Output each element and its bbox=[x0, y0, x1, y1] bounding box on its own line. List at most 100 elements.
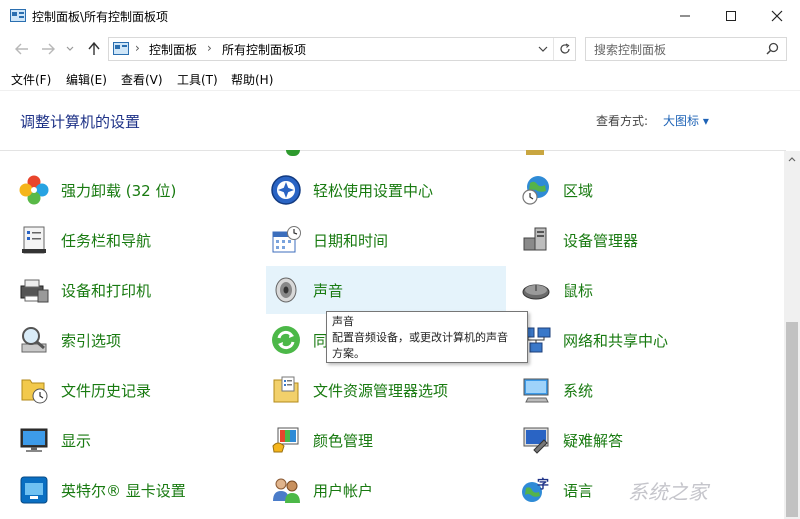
back-button[interactable] bbox=[12, 40, 32, 58]
menu-edit[interactable]: 编辑(E) bbox=[66, 71, 107, 88]
control-panel-icon bbox=[10, 9, 26, 22]
forward-arrow-icon bbox=[42, 43, 55, 55]
item-label: 轻松使用设置中心 bbox=[313, 181, 434, 200]
tooltip-description-line1: 配置音频设备，或更改计算机的声音 bbox=[332, 331, 508, 344]
item-label: 鼠标 bbox=[563, 281, 594, 300]
tooltip-description-line2: 方案。 bbox=[332, 347, 365, 360]
breadcrumb-separator: › bbox=[135, 41, 140, 55]
svg-text:字: 字 bbox=[537, 476, 549, 491]
control-panel-icon bbox=[113, 42, 129, 55]
item-mouse[interactable]: 鼠标 bbox=[516, 266, 756, 314]
item-devices-printers[interactable]: 设备和打印机 bbox=[14, 266, 254, 314]
taskbar-icon bbox=[22, 226, 46, 254]
breadcrumb-control-panel[interactable]: 控制面板 bbox=[149, 41, 197, 58]
sync-icon bbox=[272, 326, 300, 354]
item-intel-graphics[interactable]: 英特尔® 显卡设置 bbox=[14, 466, 254, 514]
item-device-manager[interactable]: 设备管理器 bbox=[516, 216, 756, 264]
view-by-dropdown[interactable]: 大图标 ▾ bbox=[663, 112, 709, 129]
view-by-label: 查看方式: bbox=[596, 114, 649, 128]
mouse-icon bbox=[522, 284, 550, 300]
item-label: 语言 bbox=[563, 481, 594, 500]
color-management-icon bbox=[272, 427, 299, 453]
item-label: 区域 bbox=[563, 181, 594, 200]
monitor-icon bbox=[20, 428, 48, 452]
refresh-button[interactable] bbox=[553, 38, 576, 60]
item-label: 设备和打印机 bbox=[61, 281, 152, 300]
watermark: 系统之家 bbox=[628, 480, 708, 504]
item-uninstaller[interactable]: 强力卸载 (32 位) bbox=[14, 166, 254, 214]
search-input[interactable]: 搜索控制面板 bbox=[585, 37, 787, 61]
device-manager-icon bbox=[523, 227, 547, 251]
refresh-icon bbox=[560, 43, 570, 54]
scroll-up-button[interactable] bbox=[786, 153, 798, 165]
menu-help[interactable]: 帮助(H) bbox=[231, 71, 273, 88]
magnifier-icon bbox=[21, 327, 47, 353]
item-ease-of-access[interactable]: 轻松使用设置中心 bbox=[266, 166, 506, 214]
search-icon[interactable] bbox=[766, 42, 779, 55]
chevron-down-icon bbox=[538, 46, 548, 52]
intel-graphics-icon bbox=[20, 476, 48, 504]
forward-button[interactable] bbox=[38, 40, 58, 58]
item-sound[interactable]: 声音 bbox=[266, 266, 506, 314]
window-title: 控制面板\所有控制面板项 bbox=[32, 10, 169, 24]
item-label: 文件历史记录 bbox=[61, 381, 152, 400]
menu-bar bbox=[0, 66, 800, 91]
back-arrow-icon bbox=[15, 43, 28, 55]
folder-options-icon bbox=[273, 376, 299, 403]
item-file-explorer-options[interactable]: 文件资源管理器选项 bbox=[266, 366, 506, 414]
speaker-icon bbox=[275, 277, 297, 303]
item-label: 显示 bbox=[61, 431, 92, 450]
menu-view[interactable]: 查看(V) bbox=[121, 71, 163, 88]
maximize-button[interactable] bbox=[708, 0, 754, 32]
calendar-icon bbox=[272, 226, 301, 253]
item-label: 索引选项 bbox=[61, 331, 122, 350]
item-system[interactable]: 系统 bbox=[516, 366, 756, 414]
item-troubleshooting[interactable]: 疑难解答 bbox=[516, 416, 756, 464]
item-label: 网络和共享中心 bbox=[563, 331, 669, 350]
up-button[interactable] bbox=[84, 40, 104, 58]
accessibility-icon bbox=[271, 175, 301, 205]
item-taskbar[interactable]: 任务栏和导航 bbox=[14, 216, 254, 264]
divider bbox=[0, 150, 786, 151]
partial-icon bbox=[286, 150, 300, 156]
recent-locations-button[interactable] bbox=[64, 40, 76, 58]
tooltip-title: 声音 bbox=[332, 315, 354, 328]
chevron-down-icon bbox=[66, 46, 74, 51]
item-label: 日期和时间 bbox=[313, 231, 389, 250]
item-network-sharing[interactable]: 网络和共享中心 bbox=[516, 316, 756, 364]
item-label: 强力卸载 (32 位) bbox=[61, 181, 177, 200]
menu-file[interactable]: 文件(F) bbox=[11, 71, 51, 88]
item-date-time[interactable]: 日期和时间 bbox=[266, 216, 506, 264]
language-icon: 字 bbox=[522, 476, 549, 502]
file-history-icon bbox=[21, 379, 48, 404]
address-dropdown-button[interactable] bbox=[533, 38, 553, 60]
menu-tools[interactable]: 工具(T) bbox=[177, 71, 218, 88]
page-title: 调整计算机的设置 bbox=[20, 113, 141, 131]
breadcrumb-all-items[interactable]: 所有控制面板项 bbox=[222, 41, 306, 58]
item-color-management[interactable]: 颜色管理 bbox=[266, 416, 506, 464]
address-bar[interactable]: › 控制面板 › 所有控制面板项 bbox=[108, 37, 576, 61]
globe-clock-icon bbox=[522, 176, 549, 205]
close-button[interactable] bbox=[754, 0, 800, 32]
item-label: 颜色管理 bbox=[313, 431, 374, 450]
maximize-icon bbox=[726, 11, 736, 21]
tooltip: 声音 配置音频设备，或更改计算机的声音 方案。 bbox=[326, 311, 528, 363]
minimize-button[interactable] bbox=[662, 0, 708, 32]
item-label: 任务栏和导航 bbox=[61, 231, 152, 250]
item-label: 英特尔® 显卡设置 bbox=[61, 481, 186, 500]
clover-icon bbox=[19, 175, 49, 205]
breadcrumb-separator: › bbox=[207, 41, 212, 55]
item-label: 疑难解答 bbox=[563, 431, 624, 450]
item-label: 设备管理器 bbox=[563, 231, 639, 250]
item-indexing[interactable]: 索引选项 bbox=[14, 316, 254, 364]
item-region[interactable]: 区域 bbox=[516, 166, 756, 214]
item-file-history[interactable]: 文件历史记录 bbox=[14, 366, 254, 414]
item-label: 声音 bbox=[313, 281, 344, 300]
close-icon bbox=[771, 10, 783, 22]
item-user-accounts[interactable]: 用户帐户 bbox=[266, 466, 506, 514]
scrollbar-thumb[interactable] bbox=[786, 322, 798, 517]
up-arrow-icon bbox=[88, 42, 100, 55]
chevron-up-icon bbox=[788, 156, 796, 161]
troubleshoot-icon bbox=[523, 427, 549, 454]
item-display[interactable]: 显示 bbox=[14, 416, 254, 464]
